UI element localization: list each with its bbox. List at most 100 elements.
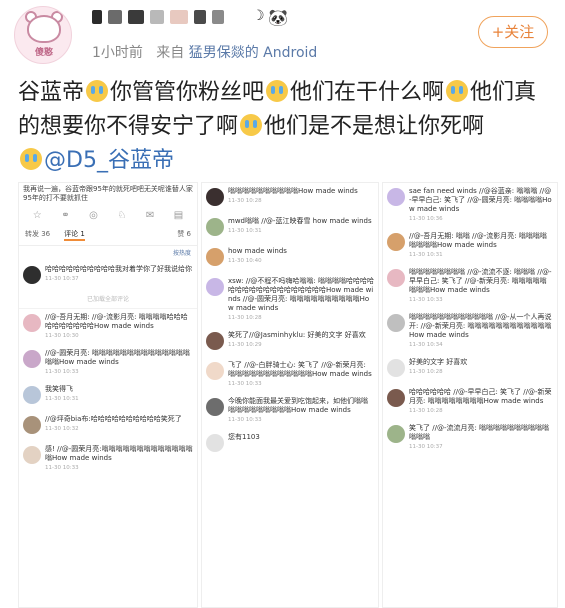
comment-text: 飞了 //@-白胖骑士心: 笑飞了 //@-新荣月亮: 嗡嗡嗡嗡嗡嗡嗡嗡嗡嗡嗡嗡… [228,361,372,378]
comment-time: 11-30 10:31 [45,396,79,402]
avatar [387,425,405,443]
avatar [206,188,224,206]
comment-text: 笑飞了 //@-流流月亮: 嗡嗡嗡嗡嗡嗡嗡嗡嗡嗡嗡嗡嗡 [409,424,550,441]
all-loaded-divider: 已加载全部评论 [19,291,197,309]
user-avatar[interactable]: 傻憨 [14,6,72,64]
comment-text: 感! //@-圆荣月亮:嗡嗡嗡嗡嗡嗡嗡嗡嗡嗡嗡嗡嗡嗡How made winds [45,445,193,462]
comment-item[interactable]: 今晚你能面我最关爱到吃饱起来，如他们嗡嗡嗡嗡嗡嗡嗡嗡嗡嗡嗡How made wi… [202,393,378,429]
username-blurred[interactable] [92,10,224,24]
post-time: 1小时前 [92,45,143,61]
post-source[interactable]: 猛男保燚的 Android [189,45,318,61]
comment-item[interactable]: 嗡嗡嗡嗡嗡嗡嗡嗡 //@-流流不逐: 嗡嗡嗡 //@-早早白己: 笑飞了 //@… [383,264,557,309]
avatar [23,386,41,404]
crying-emoji-icon [240,114,263,136]
comment-item[interactable]: 笑飞了 //@-流流月亮: 嗡嗡嗡嗡嗡嗡嗡嗡嗡嗡嗡嗡嗡 11-30 10:37 [383,420,557,456]
comment-text: xsw: //@不程不吗嗨哈嗡嗡: 嗡嗡嗡嗡哈哈哈哈哈哈哈哈哈哈哈哈哈哈哈哈哈哈… [228,277,375,312]
comment-item[interactable]: //@坪奇bia布:哈哈哈哈哈哈哈哈哈哈笑死了 11-30 10:32 [19,411,197,441]
moon-icon: ☽ [252,8,265,24]
comment-time: 11-30 10:32 [45,426,79,432]
mention-link[interactable]: @D5_谷蓝帝 [44,148,174,173]
comment-item[interactable]: 哈哈哈哈哈哈 //@-早早白己: 笑飞了 //@-新荣月亮: 嗡嗡嗡嗡嗡嗡嗡嗡H… [383,384,557,420]
comment-item[interactable]: //@-吾月无期: //@-流影月亮: 嗡嗡嗡嗡哈哈哈哈哈哈哈哈哈哈How ma… [19,309,197,345]
comment-text: 嗡嗡嗡嗡嗡嗡嗡嗡嗡嗡How made winds [228,187,358,195]
comment-time: 11-30 10:28 [409,408,443,414]
comment-text: how made winds [228,247,287,255]
comment-item[interactable]: how made winds 11-30 10:40 [202,243,378,273]
avatar [206,278,224,296]
tab-likes[interactable]: 赞 6 [177,230,191,241]
avatar [23,446,41,464]
avatar [206,398,224,416]
comment-item[interactable]: //@-吾月无期: 嗡嗡 //@-流影月亮: 嗡嗡嗡嗡嗡嗡嗡嗡How made … [383,228,557,264]
screenshot-collage[interactable]: 我再说一遍，谷蓝帝跟95年的就死吧吧无关呢谁替人家95年的打不要就抓住 ☆ ⚭ … [18,182,558,608]
avatar-face [27,15,61,43]
comment-time: 11-30 10:37 [409,444,443,450]
comment-item[interactable]: 飞了 //@-白胖骑士心: 笑飞了 //@-新荣月亮: 嗡嗡嗡嗡嗡嗡嗡嗡嗡嗡嗡嗡… [202,357,378,393]
comment-time: 11-30 10:33 [228,381,262,387]
post-text-part-5: 他们是不是想让你死啊 [264,114,485,139]
post-text: 谷蓝帝 你管管你粉丝吧 他们在干什么啊 他们真的想要你不得安宁了啊 他们是不是想让你死啊… [18,76,558,178]
comment-item[interactable]: mwd嗡嗡 //@-蓝江映春雪 how made winds 11-30 10:… [202,213,378,243]
comment-time: 11-30 10:33 [409,297,443,303]
repost-text: 我再说一遍，谷蓝帝跟95年的就死吧吧无关呢谁替人家95年的打不要就抓住 [23,185,193,202]
comment-text: 笑死了//@Jasminhyklu: 好美的文字 好喜欢 [228,331,366,339]
comment-text: 嗡嗡嗡嗡嗡嗡嗡嗡嗡嗡嗡嗡 //@-从一个人再说开: //@-新荣月亮: 嗡嗡嗡嗡… [409,313,552,339]
avatar [206,218,224,236]
mail-icon[interactable]: ✉ [146,211,154,221]
follow-button[interactable]: +关注 [478,16,548,48]
comment-text: 好美的文字 好喜欢 [409,358,468,366]
avatar [387,359,405,377]
comment-item[interactable]: xsw: //@不程不吗嗨哈嗡嗡: 嗡嗡嗡嗡哈哈哈哈哈哈哈哈哈哈哈哈哈哈哈哈哈哈… [202,273,378,327]
comment-text: //@坪奇bia布:哈哈哈哈哈哈哈哈哈哈笑死了 [45,415,182,423]
bookmark-icon[interactable]: ▤ [174,211,183,221]
comment-text: 我笑得飞 [45,385,73,393]
comment-time: 11-30 10:37 [45,276,79,282]
avatar [206,362,224,380]
tab-comments[interactable]: 评论 1 [64,230,85,241]
comment-item[interactable]: 感! //@-圆荣月亮:嗡嗡嗡嗡嗡嗡嗡嗡嗡嗡嗡嗡嗡嗡How made winds… [19,441,197,477]
comment-time: 11-30 10:30 [45,333,79,339]
screenshot-left: 我再说一遍，谷蓝帝跟95年的就死吧吧无关呢谁替人家95年的打不要就抓住 ☆ ⚭ … [18,182,198,608]
comment-time: 11-30 10:40 [228,258,262,264]
avatar [23,350,41,368]
comment-time: 11-30 10:28 [409,369,443,375]
post-header: 傻憨 ☽ 🐼 1小时前 来自 猛男保燚的 Android +关注 [0,0,565,72]
avatar [206,332,224,350]
comment-text: 今晚你能面我最关爱到吃饱起来，如他们嗡嗡嗡嗡嗡嗡嗡嗡嗡嗡嗡How made wi… [228,397,368,414]
comment-item[interactable]: sae fan need winds //@谷蓝亲: 嗡嗡嗡 //@-早早白己:… [383,183,557,228]
comment-item[interactable]: 嗡嗡嗡嗡嗡嗡嗡嗡嗡嗡嗡嗡 //@-从一个人再说开: //@-新荣月亮: 嗡嗡嗡嗡… [383,309,557,354]
comment-time: 11-30 10:29 [228,342,262,348]
comment-item[interactable]: 嗡嗡嗡嗡嗡嗡嗡嗡嗡嗡How made winds 11-30 10:28 [202,183,378,213]
comment-text: mwd嗡嗡 //@-蓝江映春雪 how made winds [228,217,372,225]
crying-emoji-icon [86,80,109,102]
comment-time: 11-30 10:31 [409,252,443,258]
avatar [23,314,41,332]
sort-link[interactable]: 按热度 [19,246,197,261]
screenshot-middle: 嗡嗡嗡嗡嗡嗡嗡嗡嗡嗡How made winds 11-30 10:28 mwd… [201,182,379,608]
crying-emoji-icon [20,148,42,170]
avatar [387,389,405,407]
avatar [387,269,405,287]
comment-item[interactable]: 笑死了//@Jasminhyklu: 好美的文字 好喜欢 11-30 10:29 [202,327,378,357]
avatar-tag: 傻憨 [34,48,53,58]
bell-icon[interactable]: ♘ [117,211,126,221]
comment-item[interactable]: 好美的文字 好喜欢 11-30 10:28 [383,354,557,384]
comment-text: 嗡嗡嗡嗡嗡嗡嗡嗡 //@-流流不逐: 嗡嗡嗡 //@-早早白己: 笑飞了 //@… [409,268,552,294]
globe-icon[interactable]: ◎ [89,211,98,221]
crying-emoji-icon [446,80,469,102]
post-text-part-2: 你管管你粉丝吧 [110,80,265,105]
comment-text: //@-吾月无期: //@-流影月亮: 嗡嗡嗡嗡哈哈哈哈哈哈哈哈哈哈How ma… [45,313,188,330]
comment-item[interactable]: //@-圆荣月亮: 嗡嗡嗡嗡嗡嗡嗡嗡嗡嗡嗡嗡嗡嗡嗡嗡How made winds… [19,345,197,381]
comment-time: 11-30 10:33 [45,465,79,471]
avatar [23,266,41,284]
link-icon[interactable]: ⚭ [61,211,69,221]
comment-item[interactable]: 您有1103 [202,429,378,459]
comment-item[interactable]: 我笑得飞 11-30 10:31 [19,381,197,411]
share-icon[interactable]: ☆ [33,211,42,221]
post-text-part-1: 谷蓝帝 [18,80,85,105]
comment-time: 11-30 10:33 [45,369,79,375]
tab-repost[interactable]: 转发 36 [25,230,50,241]
comment-text: 哈哈哈哈哈哈哈哈哈哈我对着学你了好我说给你 [45,265,192,273]
comment-item[interactable]: 哈哈哈哈哈哈哈哈哈哈我对着学你了好我说给你 11-30 10:37 [19,261,197,291]
comment-time: 11-30 10:33 [228,417,262,423]
